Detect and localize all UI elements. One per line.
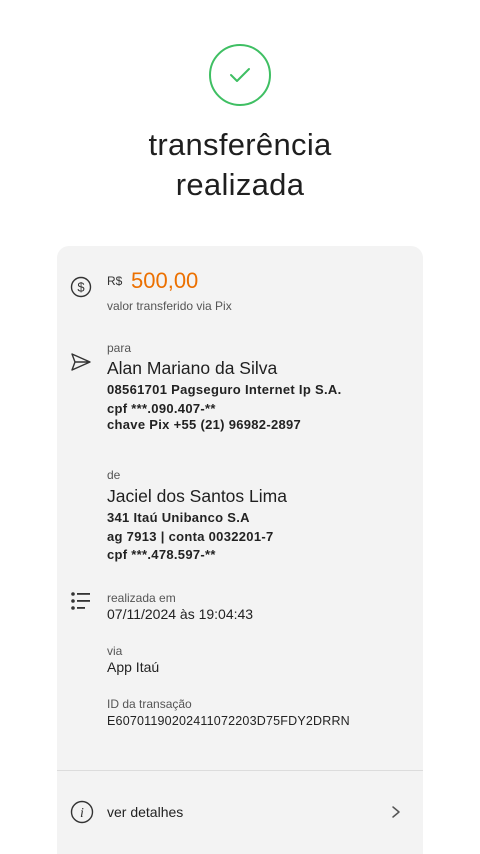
recipient-label: para [107, 341, 132, 355]
chevron-right-icon [391, 805, 401, 824]
sender-name: Jaciel dos Santos Lima [107, 486, 287, 506]
svg-text:$: $ [77, 280, 85, 295]
view-details-label: ver detalhes [107, 804, 184, 820]
view-details-button[interactable]: i ver detalhes [57, 786, 423, 838]
recipient-name: Alan Mariano da Silva [107, 358, 278, 378]
sender-account: ag 7913 | conta 0032201-7 [107, 529, 274, 544]
transfer-receipt-screen: transferência realizada $ R$ 500,00 valo… [0, 0, 480, 854]
list-icon [70, 590, 92, 617]
amount-description: valor transferido via Pix [107, 299, 232, 313]
via-value: App Itaú [107, 659, 160, 675]
date-label: realizada em [107, 591, 176, 605]
date-value: 07/11/2024 às 19:04:43 [107, 606, 254, 622]
divider [57, 770, 423, 771]
success-check-icon [209, 44, 271, 106]
recipient-pix-key: chave Pix +55 (21) 96982-2897 [107, 417, 302, 432]
recipient-bank: 08561701 Pagseguro Internet Ip S.A. [107, 382, 342, 397]
currency-symbol: R$ [107, 274, 123, 288]
send-icon [70, 352, 92, 377]
page-title: transferência realizada [0, 125, 480, 205]
sender-bank: 341 Itaú Unibanco S.A [107, 510, 250, 525]
recipient-cpf: cpf ***.090.407-** [107, 401, 216, 416]
transfer-amount: 500,00 [131, 268, 199, 293]
title-line-1: transferência [148, 127, 332, 162]
transaction-id-label: ID da transação [107, 697, 192, 711]
title-line-2: realizada [175, 167, 305, 202]
sender-cpf: cpf ***.478.597-** [107, 547, 216, 562]
dollar-circle-icon: $ [70, 276, 92, 303]
svg-text:i: i [80, 806, 84, 821]
info-icon: i [70, 800, 94, 829]
receipt-card: $ R$ 500,00 valor transferido via Pix pa… [57, 246, 423, 854]
sender-label: de [107, 468, 121, 482]
via-label: via [107, 644, 123, 658]
transaction-id-value: E60701190202411072203D75FDY2DRRN [107, 714, 350, 728]
